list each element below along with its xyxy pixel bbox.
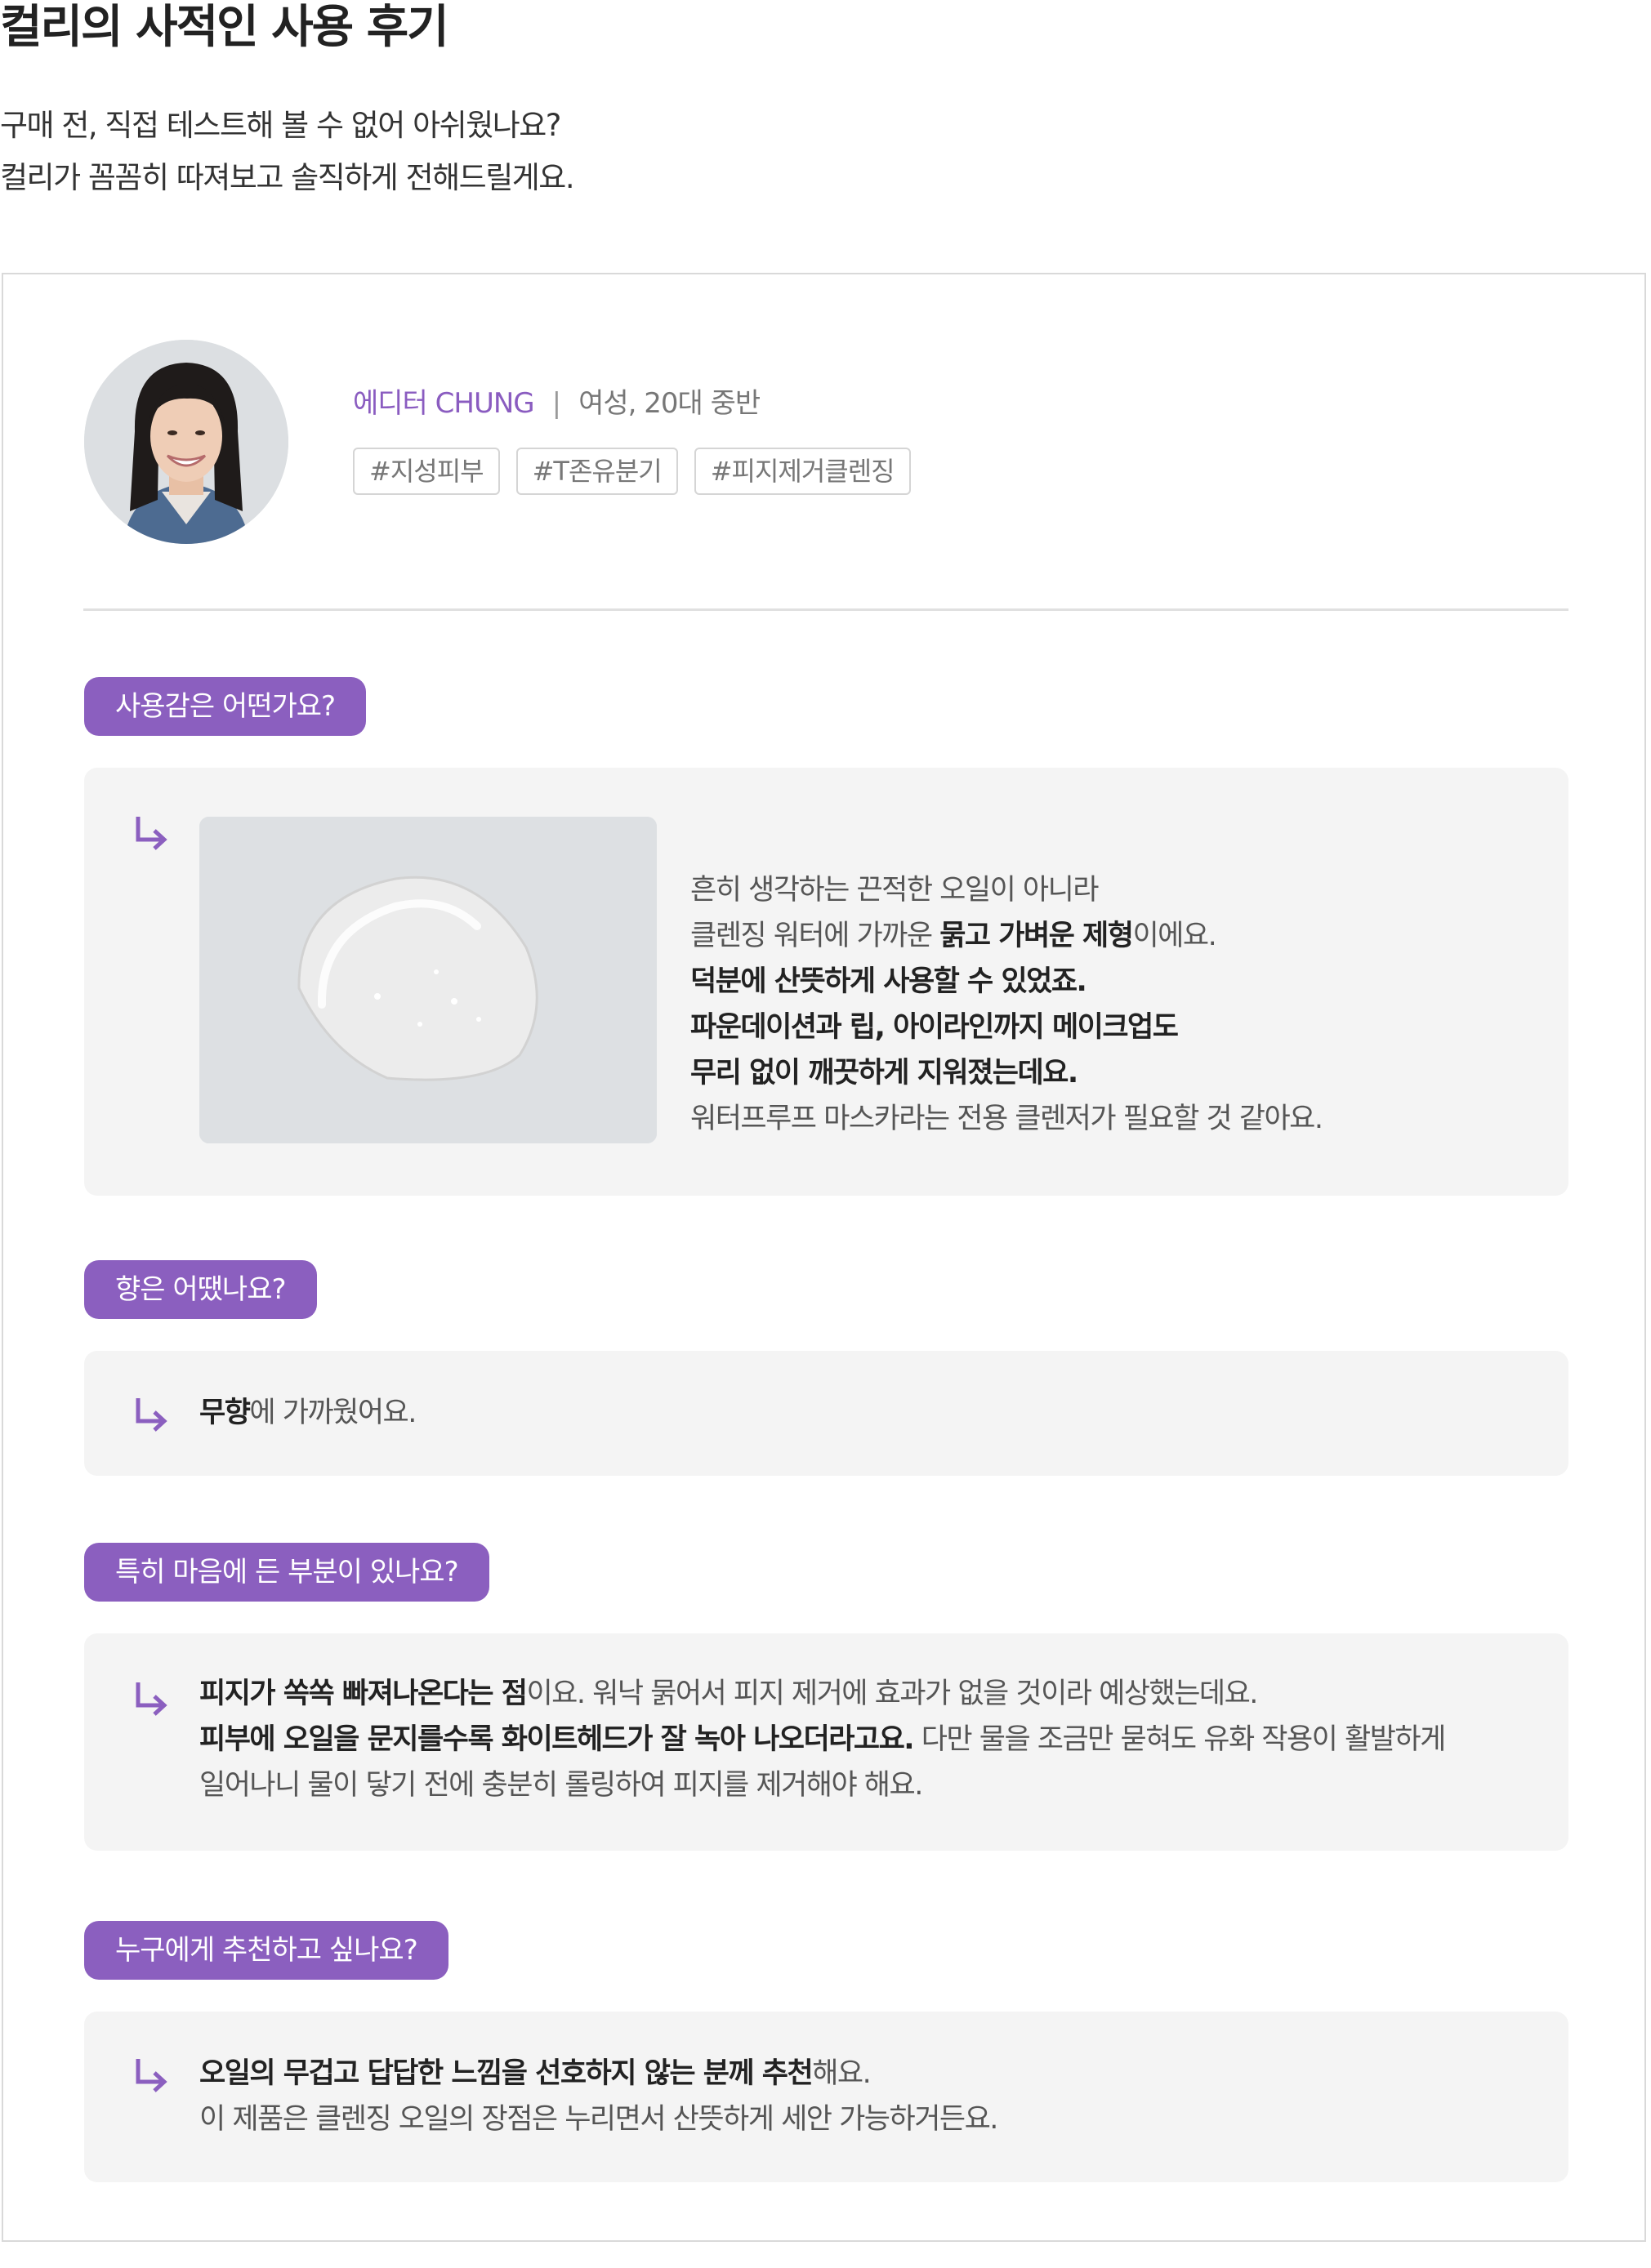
answer-line: 일어나니 물이 닿기 전에 충분히 롤링하여 피지를 제거해야 해요.: [199, 1762, 1445, 1808]
answer-emphasis: 오일의 무겁고 답답한 느낌을 선호하지 않는 분께 추천: [199, 2057, 814, 2090]
answer-text: 다만 물을 조금만 묻혀도 유화 작용이 활발하게: [913, 1723, 1447, 1756]
answer-line: 파운데이션과 립, 아이라인까지 메이크업도: [690, 1005, 1322, 1050]
answer-line: 흔히 생각하는 끈적한 오일이 아니라: [690, 867, 1322, 913]
answer-panel-recommend: 오일의 무겁고 답답한 느낌을 선호하지 않는 분께 추천해요. 이 제품은 클렌…: [84, 2012, 1568, 2182]
answer-panel-favorite: 피지가 쏙쏙 빠져나온다는 점이요. 워낙 묽어서 피지 제거에 효과가 없을 …: [84, 1633, 1568, 1851]
editor-name: 에디터 CHUNG: [353, 387, 535, 420]
answer-text: 일어나니 물이 닿기 전에 충분히 롤링하여 피지를 제거해야 해요.: [199, 1769, 923, 1802]
question-badge-recommend: 누구에게 추천하고 싶나요?: [84, 1921, 448, 1980]
answer-text: 워터프루프 마스카라는 전용 클렌저가 필요할 것 같아요.: [690, 1103, 1323, 1135]
question-badge-scent: 향은 어땠나요?: [84, 1260, 317, 1319]
answer-line: 무향에 가까웠어요.: [199, 1390, 417, 1436]
oil-texture-photo: [199, 817, 657, 1143]
return-arrow-icon: [136, 817, 167, 850]
answer-line: 워터프루프 마스카라는 전용 클렌저가 필요할 것 같아요.: [690, 1096, 1323, 1142]
answer-line: 피부에 오일을 문지를수록 화이트헤드가 잘 녹아 나오더라고요. 다만 물을 …: [199, 1717, 1447, 1762]
answer-line: 이 제품은 클렌징 오일의 장점은 누리면서 산뜻하게 세안 가능하거든요.: [199, 2096, 998, 2142]
answer-text-texture: 흔히 생각하는 끈적한 오일이 아니라클렌징 워터에 가까운 묽고 가벼운 제형…: [690, 867, 1323, 1142]
avatar: [84, 340, 288, 544]
answer-text: 클렌징 워터에 가까운: [690, 920, 940, 952]
page-title: 컬리의 사적인 사용 후기: [0, 1, 449, 54]
answer-emphasis: 피지가 쏙쏙 빠져나온다는 점: [199, 1678, 528, 1710]
answer-text: 이 제품은 클렌징 오일의 장점은 누리면서 산뜻하게 세안 가능하거든요.: [199, 2103, 998, 2136]
answer-emphasis: 무리 없이 깨끗하게 지워졌는데요.: [690, 1057, 1078, 1089]
answer-text: 흔히 생각하는 끈적한 오일이 아니라: [690, 874, 1100, 907]
answer-line: 클렌징 워터에 가까운 묽고 가벼운 제형이에요.: [690, 913, 1322, 959]
return-arrow-icon: [136, 2059, 167, 2092]
divider: [83, 608, 1568, 611]
return-arrow-icon: [136, 1398, 167, 1432]
oil-drop-illustration: [199, 817, 657, 1143]
tag-list: #지성피부 #T존유분기 #피지제거클렌징: [353, 448, 911, 495]
answer-text: 이에요.: [1132, 920, 1216, 952]
answer-text: 이요. 워낙 묽어서 피지 제거에 효과가 없을 것이라 예상했는데요.: [526, 1678, 1258, 1710]
answer-emphasis: 파운데이션과 립, 아이라인까지 메이크업도: [690, 1011, 1179, 1044]
answer-line: 피지가 쏙쏙 빠져나온다는 점이요. 워낙 묽어서 피지 제거에 효과가 없을 …: [199, 1671, 1445, 1717]
answer-emphasis: 무향: [199, 1397, 251, 1429]
question-badge-texture: 사용감은 어떤가요?: [84, 677, 367, 736]
meta-separator: |: [551, 387, 562, 420]
intro-line: 구매 전, 직접 테스트해 볼 수 없어 아쉬웠나요?: [0, 108, 561, 143]
tag: #T존유분기: [515, 448, 678, 495]
answer-line: 무리 없이 깨끗하게 지워졌는데요.: [690, 1050, 1322, 1096]
answer-text: 에 가까웠어요.: [249, 1397, 417, 1429]
editor-meta: 에디터 CHUNG | 여성, 20대 중반: [353, 381, 761, 421]
intro-text: 구매 전, 직접 테스트해 볼 수 없어 아쉬웠나요? 컬리가 꼼꼼히 따져보고…: [0, 100, 575, 204]
question-badge-favorite: 특히 마음에 든 부분이 있나요?: [84, 1543, 489, 1602]
review-card: 에디터 CHUNG | 여성, 20대 중반 #지성피부 #T존유분기 #피지제거클…: [2, 273, 1646, 2242]
answer-line: 오일의 무겁고 답답한 느낌을 선호하지 않는 분께 추천해요.: [199, 2051, 997, 2096]
answer-line: 덕분에 산뜻하게 사용할 수 있었죠.: [690, 959, 1322, 1005]
answer-emphasis: 묽고 가벼운 제형: [939, 920, 1134, 952]
editor-profile: 여성, 20대 중반: [578, 387, 761, 420]
answer-emphasis: 덕분에 산뜻하게 사용할 수 있었죠.: [690, 965, 1087, 998]
answer-panel-scent: 무향에 가까웠어요.: [84, 1351, 1568, 1476]
answer-emphasis: 피부에 오일을 문지를수록 화이트헤드가 잘 녹아 나오더라고요.: [199, 1723, 915, 1756]
answer-text-favorite: 피지가 쏙쏙 빠져나온다는 점이요. 워낙 묽어서 피지 제거에 효과가 없을 …: [199, 1671, 1447, 1808]
intro-line: 컬리가 꼼꼼히 따져보고 솔직하게 전해드릴게요.: [0, 160, 575, 195]
tag: #피지제거클렌징: [694, 448, 911, 495]
answer-text-scent: 무향에 가까웠어요.: [199, 1390, 417, 1436]
answer-panel-texture: 흔히 생각하는 끈적한 오일이 아니라클렌징 워터에 가까운 묽고 가벼운 제형…: [84, 768, 1568, 1196]
answer-text: 해요.: [812, 2057, 872, 2090]
editor-avatar-image: [84, 340, 288, 544]
return-arrow-icon: [136, 1682, 167, 1716]
answer-text-recommend: 오일의 무겁고 답답한 느낌을 선호하지 않는 분께 추천해요. 이 제품은 클렌…: [199, 2051, 998, 2142]
tag: #지성피부: [353, 448, 500, 495]
